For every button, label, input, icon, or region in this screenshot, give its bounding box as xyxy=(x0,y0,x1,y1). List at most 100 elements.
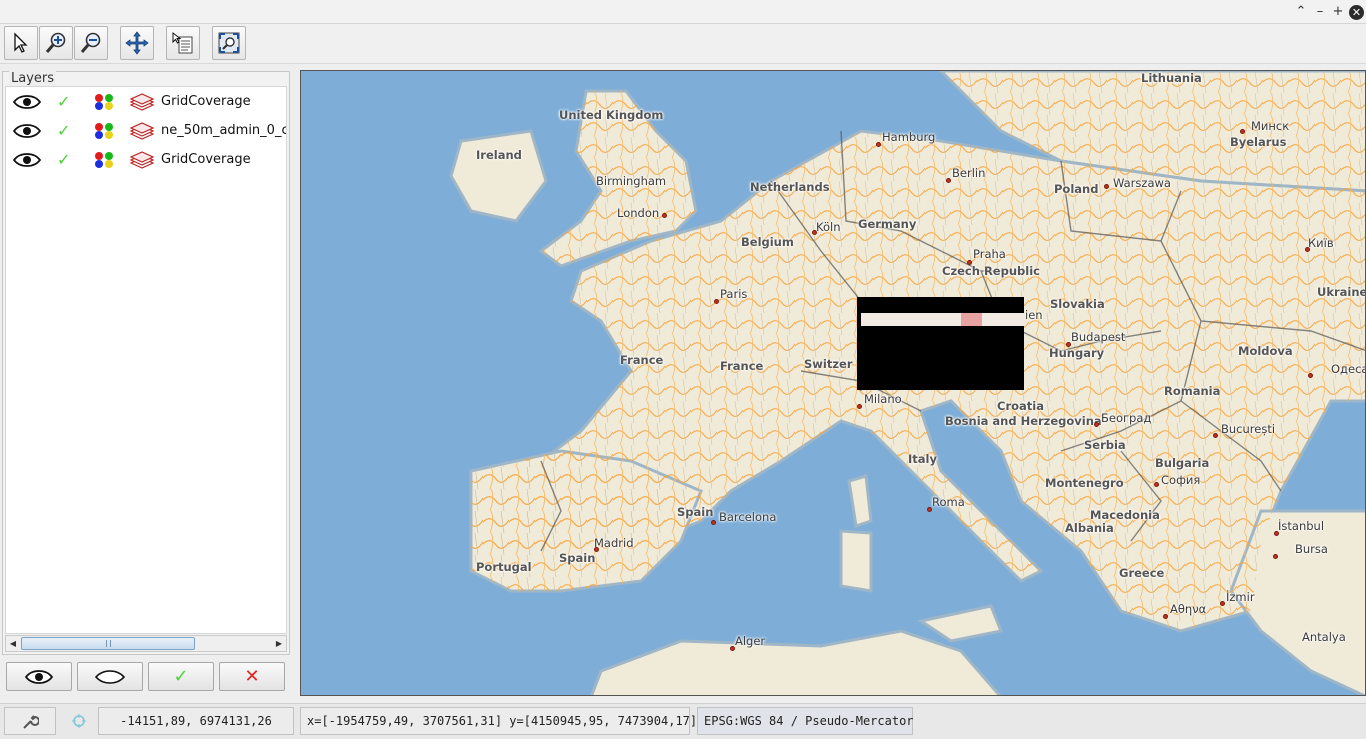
map-label: Madrid xyxy=(594,536,634,550)
wrench-icon xyxy=(23,714,40,729)
arrow-pointer-icon xyxy=(14,32,28,53)
restore-window-icon[interactable]: ⌃ xyxy=(1293,3,1309,21)
map-label: Berlin xyxy=(952,166,986,180)
map-label: Czech Republic xyxy=(942,264,1040,278)
city-marker xyxy=(857,404,862,409)
crs-button[interactable]: EPSG:WGS 84 / Pseudo-Mercator xyxy=(697,707,914,735)
map-label: Serbia xyxy=(1084,438,1126,452)
show-all-button[interactable] xyxy=(6,662,72,691)
map-label: Moldova xyxy=(1238,344,1293,358)
status-bar: -14151,89, 6974131,26 x=[-1954759,49, 37… xyxy=(0,703,1366,739)
map-label: Београд xyxy=(1101,411,1152,425)
city-marker xyxy=(1220,601,1225,606)
zoom-out-button[interactable] xyxy=(74,26,108,60)
map-label: Slovakia xyxy=(1050,297,1105,311)
scroll-left-icon[interactable]: ◀ xyxy=(6,636,20,651)
map-label: Warszawa xyxy=(1113,176,1171,190)
zoom-in-button[interactable] xyxy=(39,26,73,60)
map-label: Netherlands xyxy=(750,180,830,194)
city-marker xyxy=(1305,247,1310,252)
layer-style-icon[interactable] xyxy=(93,151,115,169)
hide-all-button[interactable] xyxy=(77,662,143,691)
map-canvas[interactable]: Lithuania United Kingdom Ireland Hamburg… xyxy=(300,70,1366,696)
select-all-icon: ✓ xyxy=(173,666,189,687)
map-label: Lithuania xyxy=(1141,71,1202,85)
city-marker xyxy=(594,547,599,552)
zoom-extent-button[interactable] xyxy=(212,26,246,60)
scroll-right-icon[interactable]: ▶ xyxy=(272,636,286,651)
layer-style-icon[interactable] xyxy=(93,93,115,111)
map-label: Poland xyxy=(1054,182,1099,196)
layer-row[interactable]: ✓ GridCoverage xyxy=(6,147,286,173)
info-tool-button[interactable] xyxy=(166,26,200,60)
layer-name: ne_50m_admin_0_c xyxy=(161,123,287,138)
layer-selected-check-icon[interactable]: ✓ xyxy=(57,150,70,169)
city-marker xyxy=(662,213,667,218)
map-label: Paris xyxy=(720,287,748,301)
scrollbar-thumb[interactable] xyxy=(21,637,195,650)
layer-style-icon[interactable] xyxy=(93,122,115,140)
map-label: Roma xyxy=(932,495,965,509)
map-label: United Kingdom xyxy=(559,108,664,122)
info-icon xyxy=(172,31,193,54)
city-marker xyxy=(1154,482,1159,487)
show-all-icon xyxy=(25,669,53,684)
layer-name: GridCoverage xyxy=(161,152,251,167)
map-label: Hungary xyxy=(1049,346,1105,360)
layer-selected-check-icon[interactable]: ✓ xyxy=(57,121,70,140)
map-label: Ireland xyxy=(476,148,522,162)
coverage-strip xyxy=(861,313,1024,326)
city-marker xyxy=(1308,373,1313,378)
map-label: Italy xyxy=(908,452,937,466)
map-label: Bursa xyxy=(1295,542,1328,556)
layers-horizontal-scrollbar[interactable]: ◀ ▶ xyxy=(5,635,287,652)
map-label: București xyxy=(1221,422,1276,436)
remove-layer-button[interactable]: ✕ xyxy=(219,662,285,691)
map-label: Switzer xyxy=(804,357,853,371)
settings-button[interactable] xyxy=(4,707,56,735)
city-marker xyxy=(730,646,735,651)
crosshair-icon xyxy=(72,713,86,728)
map-label: Birmingham xyxy=(596,174,667,188)
map-label: Romania xyxy=(1164,384,1221,398)
layer-selected-check-icon[interactable]: ✓ xyxy=(57,92,70,111)
layer-row[interactable]: ✓ GridCoverage xyxy=(6,89,286,115)
city-marker xyxy=(1104,184,1109,189)
city-marker xyxy=(714,299,719,304)
pan-button[interactable] xyxy=(120,26,154,60)
layers-list[interactable]: ✓ GridCoverage ✓ ne_50m_admin_0_c ✓ Grid… xyxy=(5,86,287,634)
map-label: Ukraine xyxy=(1317,285,1366,299)
map-label: Αθηνα xyxy=(1170,602,1207,616)
visibility-eye-icon[interactable] xyxy=(13,94,41,110)
city-marker xyxy=(1066,342,1071,347)
map-label: Bosnia and Herzegovina xyxy=(945,414,1102,428)
pan-icon xyxy=(125,31,149,55)
city-marker xyxy=(1274,531,1279,536)
city-marker xyxy=(1213,433,1218,438)
coverage-overlay xyxy=(857,297,1024,390)
visibility-eye-icon[interactable] xyxy=(13,152,41,168)
select-all-button[interactable]: ✓ xyxy=(148,662,214,691)
cursor-coordinates: -14151,89, 6974131,26 xyxy=(98,707,294,735)
map-label: France xyxy=(720,359,764,373)
map-label: Минск xyxy=(1251,119,1290,133)
map-label: Greece xyxy=(1119,566,1165,580)
map-label: Portugal xyxy=(476,560,532,574)
visibility-eye-icon[interactable] xyxy=(13,123,41,139)
map-label: Budapest xyxy=(1071,330,1126,344)
layer-stack-icon xyxy=(129,151,155,169)
map-label: Köln xyxy=(816,220,841,234)
layer-row[interactable]: ✓ ne_50m_admin_0_c xyxy=(6,118,287,144)
hide-all-icon xyxy=(95,669,125,684)
map-label: Antalya xyxy=(1302,630,1346,644)
map-label: Bulgaria xyxy=(1155,456,1210,470)
close-window-icon[interactable]: ✕ xyxy=(1349,5,1364,20)
city-marker xyxy=(1094,422,1099,427)
city-marker xyxy=(1240,129,1245,134)
map-label: London xyxy=(617,206,660,220)
coordinate-mode-button[interactable] xyxy=(66,707,92,735)
maximize-window-icon[interactable]: + xyxy=(1330,3,1346,21)
select-tool-button[interactable] xyxy=(4,26,38,60)
map-label: France xyxy=(620,353,664,367)
minimize-window-icon[interactable]: – xyxy=(1312,3,1328,21)
